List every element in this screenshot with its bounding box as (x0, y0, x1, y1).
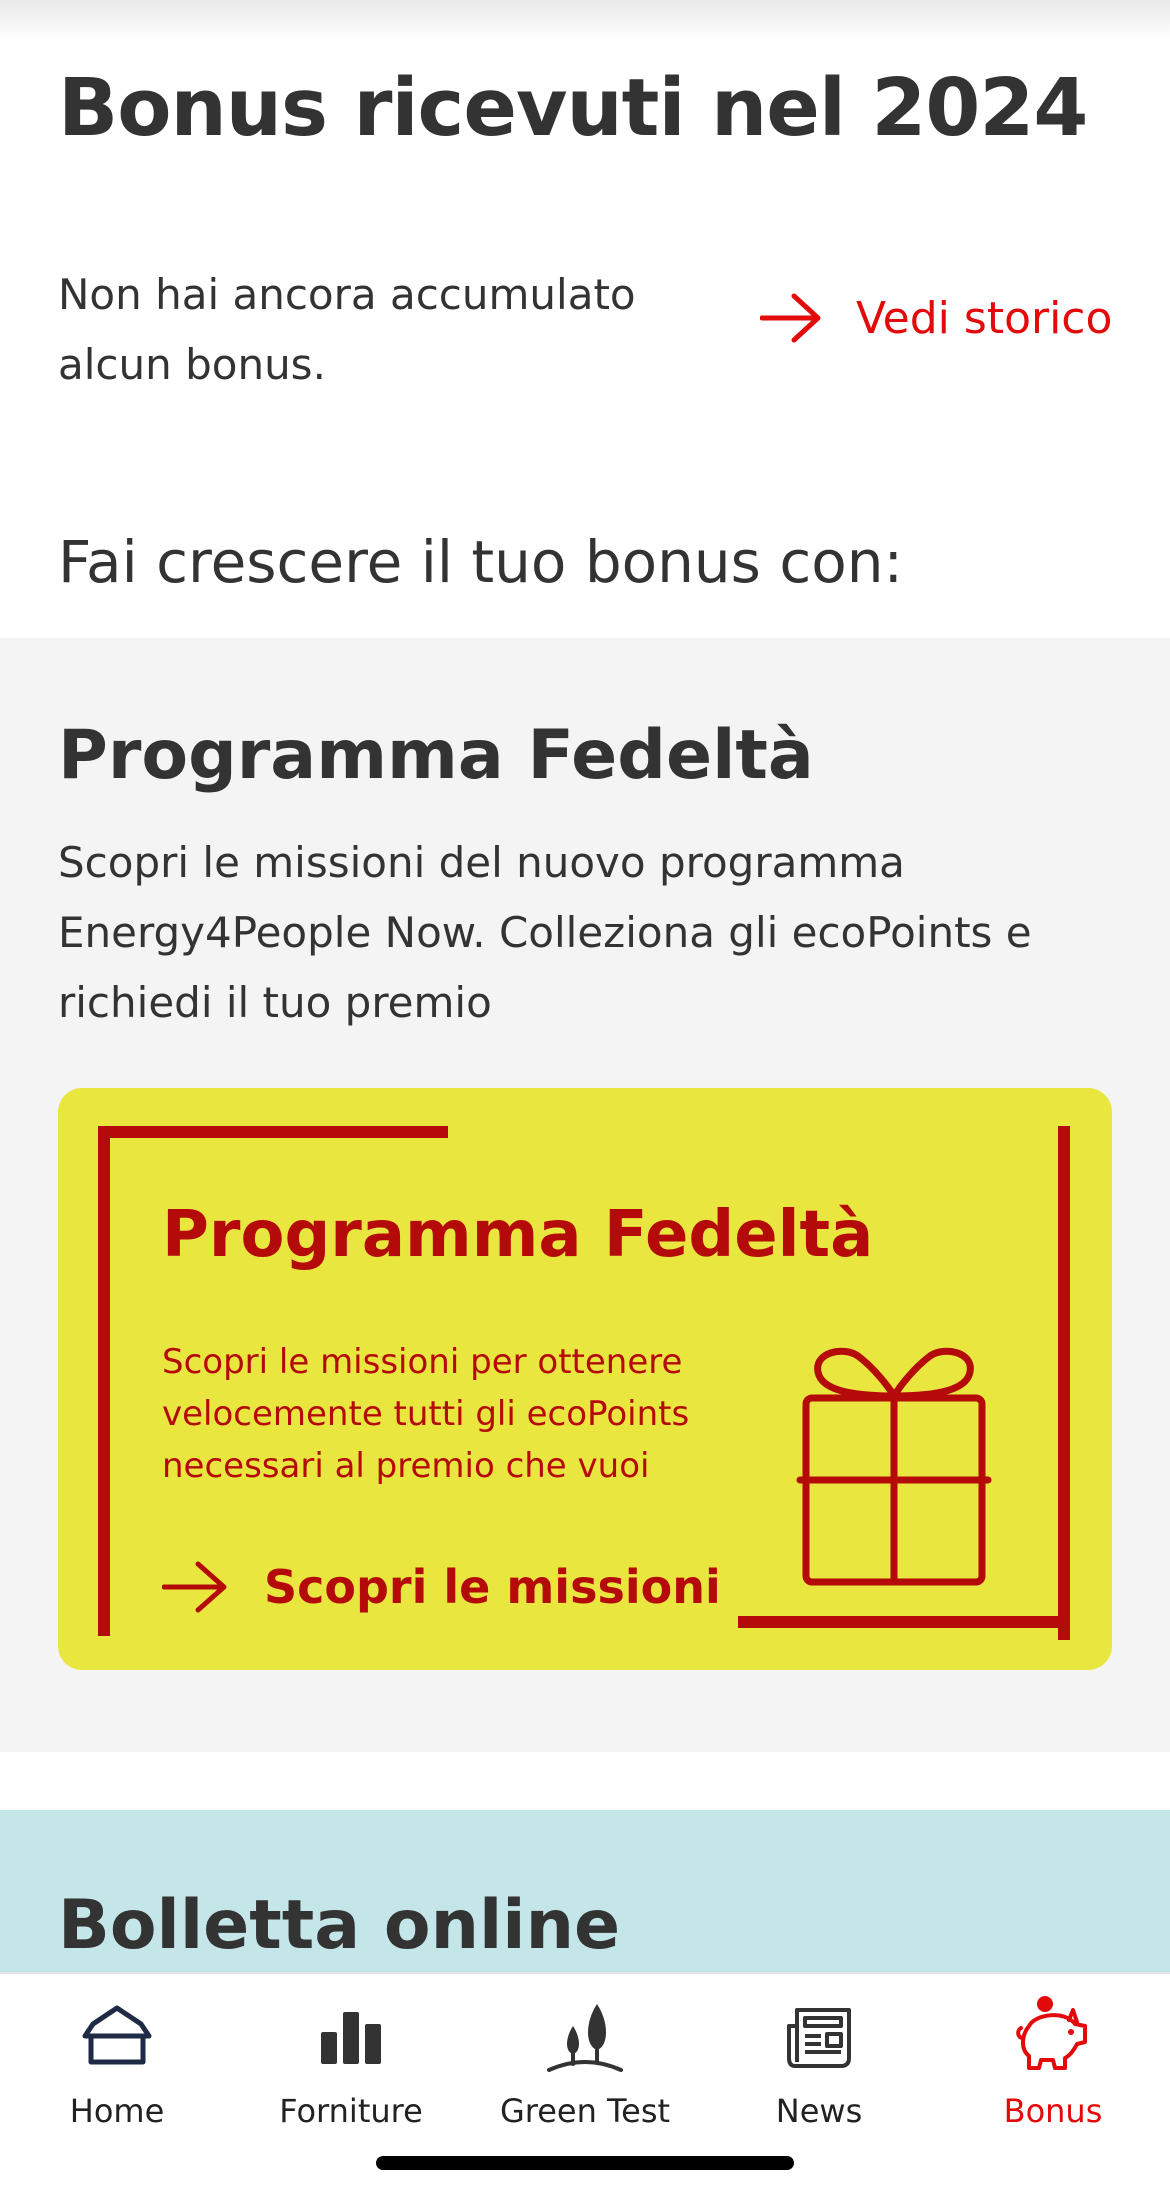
promo-card-description: Scopri le missioni per ottenere veloceme… (162, 1342, 690, 1486)
loyalty-section: Programma Fedeltà Scopri le missioni del… (0, 638, 1170, 1752)
tab-home[interactable]: Home (0, 1974, 234, 2144)
grow-bonus-title: Fai crescere il tuo bonus con: (58, 528, 903, 596)
tab-news-label: News (775, 2092, 863, 2130)
tab-bonus[interactable]: Bonus (936, 1974, 1170, 2144)
card-frame-right (1058, 1126, 1070, 1640)
tab-home-label: Home (69, 2092, 165, 2130)
promo-card-title: Programma Fedeltà (162, 1198, 874, 1272)
arrow-right-icon (760, 293, 821, 343)
online-bill-title: Bolletta online (58, 1886, 621, 1965)
arrow-right-icon (162, 1561, 227, 1613)
loyalty-promo-card[interactable]: Programma Fedeltà Scopri le missioni per… (58, 1088, 1112, 1670)
tab-green-test[interactable]: Green Test (468, 1974, 702, 2144)
bar-chart-icon (321, 2012, 381, 2064)
tab-forniture-label: Forniture (279, 2092, 423, 2130)
tab-news[interactable]: News (702, 1974, 936, 2144)
loyalty-title: Programma Fedeltà (58, 716, 814, 795)
page-title: Bonus ricevuti nel 2024 (58, 62, 1088, 154)
card-frame-bottom (738, 1616, 1070, 1628)
loyalty-description: Scopri le missioni del nuovo programma E… (58, 838, 1032, 1027)
piggy-bank-icon (1016, 1996, 1087, 2070)
discover-missions-label: Scopri le missioni (264, 1560, 721, 1614)
top-shadow (0, 0, 1170, 40)
gift-icon (796, 1347, 992, 1586)
card-frame-left (98, 1126, 110, 1636)
newspaper-icon (787, 2008, 851, 2068)
tab-bonus-label: Bonus (1003, 2092, 1103, 2130)
tab-green-test-label: Green Test (499, 2092, 671, 2130)
history-link-label: Vedi storico (856, 292, 1113, 344)
home-indicator (376, 2156, 794, 2170)
trees-icon (547, 2004, 623, 2072)
empty-bonus-message: Non hai ancora accumulato alcun bonus. (58, 270, 636, 389)
discover-missions-link[interactable]: Scopri le missioni (162, 1560, 721, 1614)
card-frame-top (98, 1126, 448, 1138)
home-icon (82, 2005, 152, 2065)
tab-forniture[interactable]: Forniture (234, 1974, 468, 2144)
history-link[interactable]: Vedi storico (760, 292, 1112, 344)
